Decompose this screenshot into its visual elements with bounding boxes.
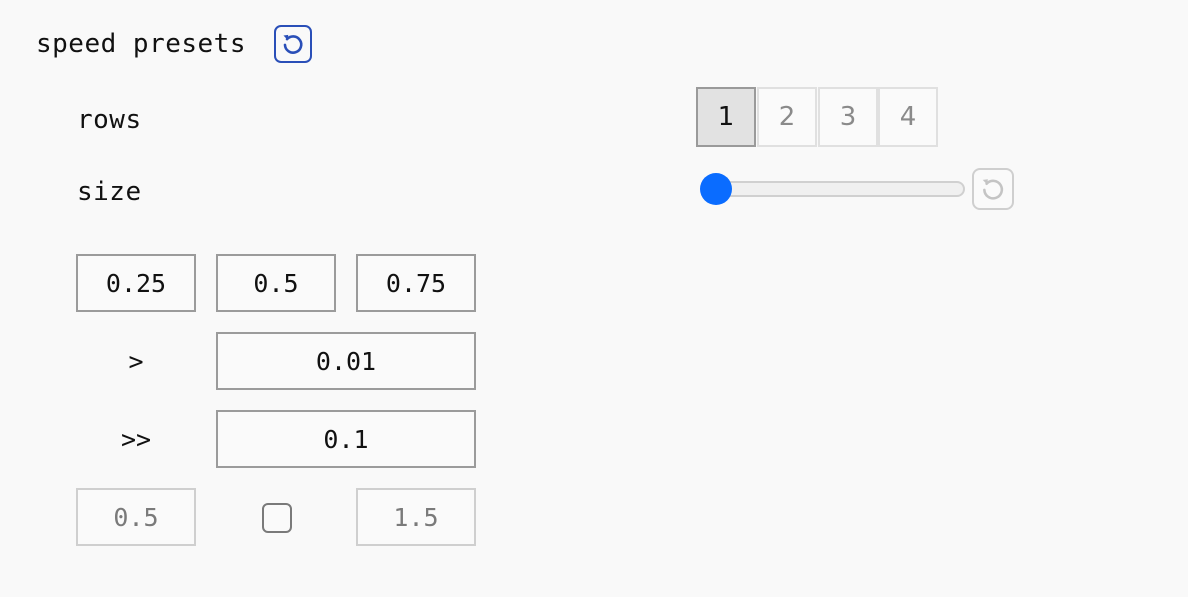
preset-button-0-5[interactable]: 0.5 <box>216 254 336 312</box>
large-step-label: >> <box>120 424 152 454</box>
rows-option-2[interactable]: 2 <box>757 87 817 147</box>
section-title: speed presets <box>36 29 246 59</box>
rows-option-3[interactable]: 3 <box>818 87 878 147</box>
size-label: size <box>77 177 142 207</box>
reset-size-button[interactable] <box>972 168 1014 210</box>
rows-option-4[interactable]: 4 <box>878 87 938 147</box>
small-step-label: > <box>128 346 144 376</box>
size-slider-track[interactable] <box>706 181 965 197</box>
reset-presets-button[interactable] <box>274 25 312 63</box>
reset-icon <box>283 34 303 54</box>
size-slider-thumb[interactable] <box>700 173 732 205</box>
large-step-button[interactable]: 0.1 <box>216 410 476 468</box>
reset-icon <box>982 179 1004 200</box>
preset-button-0-75[interactable]: 0.75 <box>356 254 476 312</box>
range-max-button[interactable]: 1.5 <box>356 488 476 546</box>
range-checkbox[interactable] <box>262 503 292 533</box>
rows-label: rows <box>77 105 142 135</box>
rows-option-1[interactable]: 1 <box>696 87 756 147</box>
preset-button-0-25[interactable]: 0.25 <box>76 254 196 312</box>
range-min-button[interactable]: 0.5 <box>76 488 196 546</box>
small-step-button[interactable]: 0.01 <box>216 332 476 390</box>
